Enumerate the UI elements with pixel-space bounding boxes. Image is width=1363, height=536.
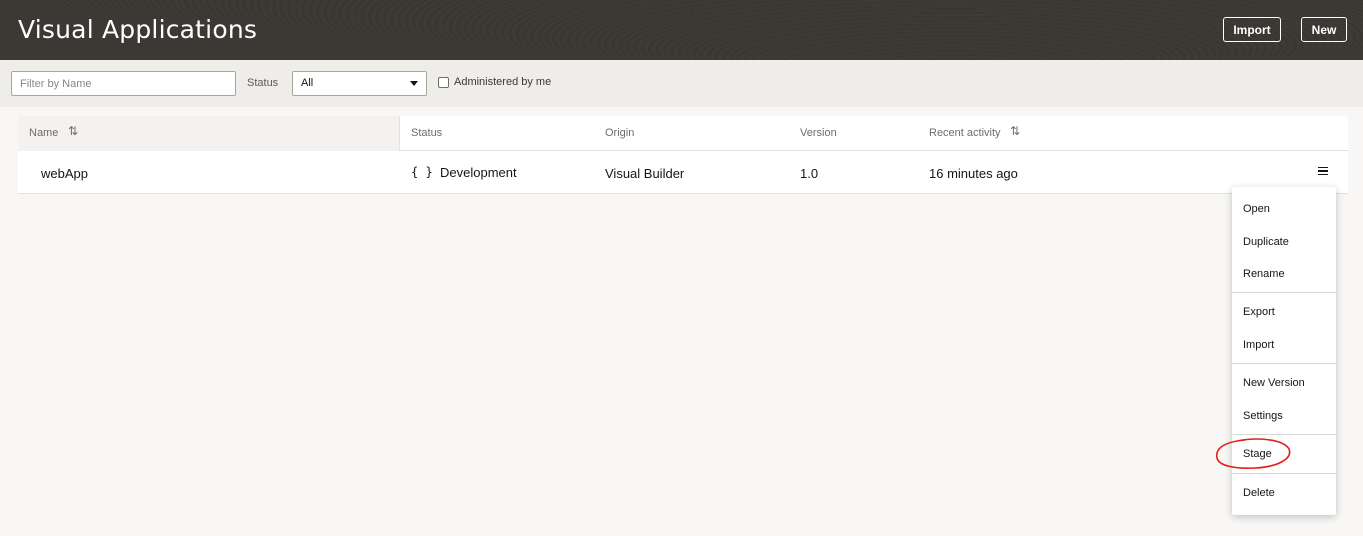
page-title: Visual Applications <box>18 15 258 44</box>
status-filter-label: Status <box>247 77 279 89</box>
app-status: Development <box>440 165 517 180</box>
app-header: Visual Applications Import New <box>0 0 1363 60</box>
app-name[interactable]: webApp <box>41 166 88 181</box>
filter-by-name-input[interactable] <box>11 71 236 96</box>
table-row[interactable]: webApp { } Development Visual Builder 1.… <box>18 152 1348 194</box>
hamburger-menu-icon[interactable] <box>1318 164 1332 178</box>
menu-divider <box>1232 434 1336 435</box>
column-header-status: Status <box>411 127 443 139</box>
menu-divider <box>1232 363 1336 364</box>
column-header-origin: Origin <box>605 127 635 139</box>
import-button[interactable]: Import <box>1223 17 1281 42</box>
app-origin: Visual Builder <box>605 166 685 181</box>
menu-divider <box>1232 473 1336 474</box>
menu-item-delete[interactable]: Delete <box>1243 487 1275 499</box>
administered-by-me-label[interactable]: Administered by me <box>454 76 551 88</box>
chevron-down-icon <box>410 81 418 86</box>
table-header: Name ⇅ Status Origin Version Recent acti… <box>18 116 1348 151</box>
menu-item-duplicate[interactable]: Duplicate <box>1243 236 1289 248</box>
menu-item-settings[interactable]: Settings <box>1243 410 1283 422</box>
menu-divider <box>1232 292 1336 293</box>
menu-item-import[interactable]: Import <box>1243 339 1274 351</box>
administered-by-me-checkbox[interactable] <box>438 77 449 88</box>
sort-icon[interactable]: ⇅ <box>68 124 78 138</box>
sort-icon[interactable]: ⇅ <box>1010 124 1020 138</box>
menu-item-open[interactable]: Open <box>1243 203 1270 215</box>
menu-item-export[interactable]: Export <box>1243 306 1275 318</box>
column-header-name[interactable]: Name <box>29 127 58 139</box>
menu-item-rename[interactable]: Rename <box>1243 268 1285 280</box>
menu-item-new-version[interactable]: New Version <box>1243 377 1305 389</box>
status-filter-value: All <box>301 77 314 89</box>
row-context-menu: Open Duplicate Rename Export Import New … <box>1232 187 1336 515</box>
new-button[interactable]: New <box>1301 17 1347 42</box>
app-recent-activity: 16 minutes ago <box>929 166 1018 181</box>
column-header-version: Version <box>800 127 837 139</box>
applications-table: Name ⇅ Status Origin Version Recent acti… <box>18 116 1348 194</box>
menu-item-stage[interactable]: Stage <box>1243 448 1272 460</box>
app-version: 1.0 <box>800 166 819 181</box>
column-header-recent-activity[interactable]: Recent activity <box>929 127 1001 139</box>
filter-bar: Status All Administered by me <box>0 60 1363 107</box>
braces-icon: { } <box>411 165 433 179</box>
status-filter-select[interactable]: All <box>292 71 427 96</box>
